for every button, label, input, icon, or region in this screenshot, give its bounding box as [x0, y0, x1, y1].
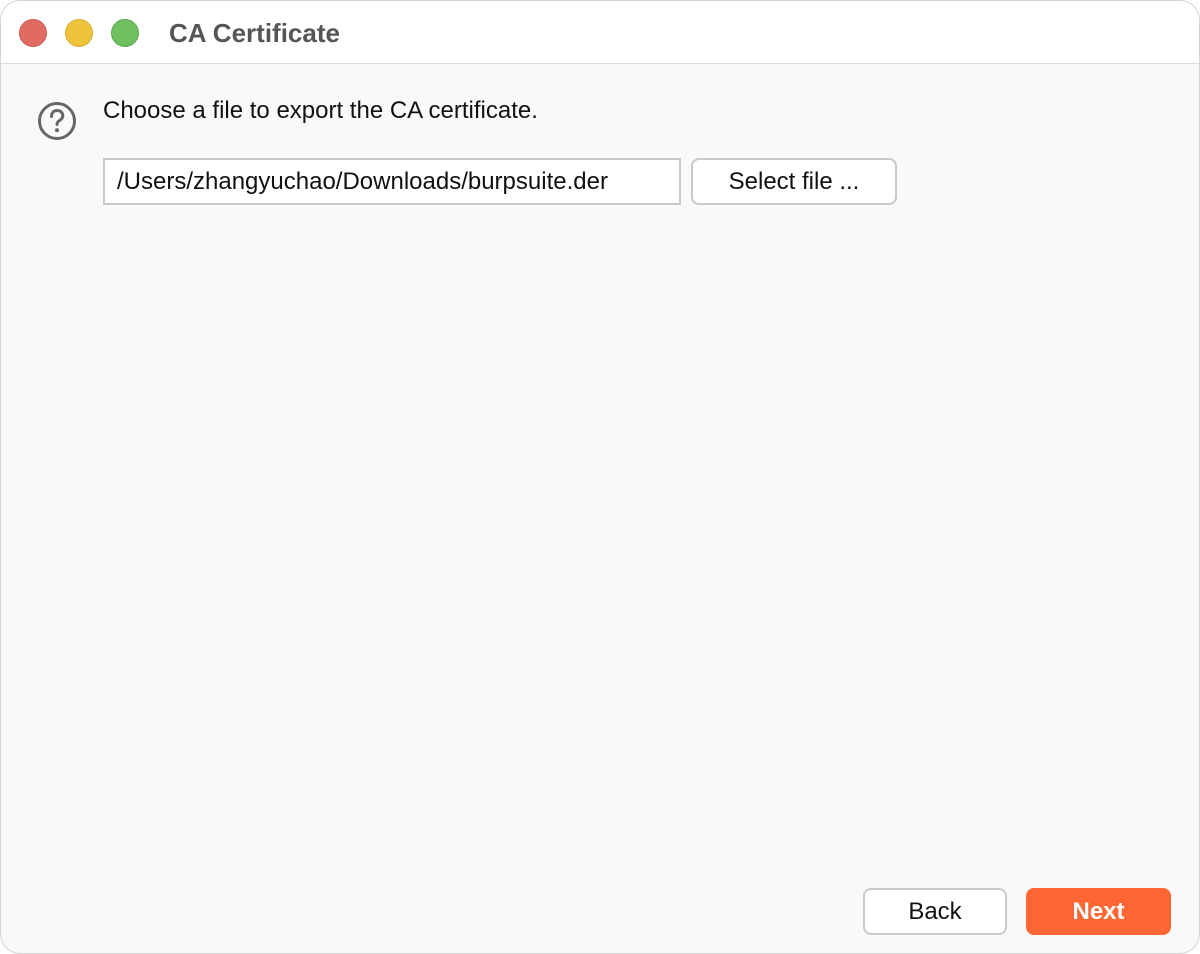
close-window-icon[interactable] — [19, 19, 47, 47]
select-file-button[interactable]: Select file ... — [691, 158, 897, 205]
title-bar: CA Certificate — [1, 1, 1199, 64]
file-path-input[interactable] — [103, 158, 681, 205]
ca-certificate-window: CA Certificate Choose a file to export t… — [0, 0, 1200, 954]
question-circle-icon — [38, 102, 76, 140]
window-title: CA Certificate — [169, 18, 340, 48]
next-button[interactable]: Next — [1026, 888, 1171, 935]
zoom-window-icon[interactable] — [111, 19, 139, 47]
back-button[interactable]: Back — [863, 888, 1007, 935]
export-prompt-text: Choose a file to export the CA certifica… — [103, 97, 538, 124]
minimize-window-icon[interactable] — [65, 19, 93, 47]
